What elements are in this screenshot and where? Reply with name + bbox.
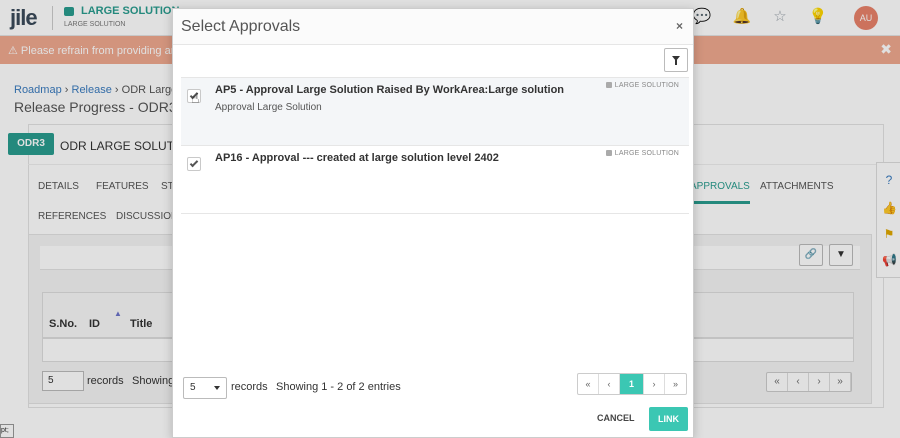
- pager-current-page[interactable]: 1: [620, 374, 644, 394]
- page-size-select[interactable]: 5: [183, 377, 227, 399]
- close-icon[interactable]: ×: [676, 19, 683, 33]
- item-checkbox[interactable]: [187, 157, 201, 171]
- pager-first[interactable]: «: [578, 374, 599, 394]
- cube-icon: [605, 82, 612, 89]
- chevron-down-icon: [214, 386, 220, 390]
- select-approvals-modal: Select Approvals × ☝ AP5 - Approval Larg…: [172, 8, 694, 438]
- records-label: records: [231, 381, 268, 393]
- pagination: « ‹ 1 › »: [577, 373, 687, 395]
- hand-cursor-icon: ☝: [191, 90, 200, 106]
- item-title: AP5 - Approval Large Solution Raised By …: [215, 84, 565, 96]
- modal-header: Select Approvals ×: [173, 9, 693, 45]
- item-title: AP16 - Approval --- created at large sol…: [215, 152, 499, 164]
- filter-icon: [672, 56, 680, 65]
- item-tag: LARGE SOLUTION: [605, 150, 679, 157]
- list-item[interactable]: ☝ AP5 - Approval Large Solution Raised B…: [181, 77, 689, 145]
- cube-icon: [605, 150, 612, 157]
- page-size-value: 5: [190, 382, 196, 393]
- list-divider: [181, 213, 689, 214]
- link-button[interactable]: LINK: [649, 407, 688, 431]
- check-icon: [189, 158, 199, 168]
- pager-next[interactable]: ›: [644, 374, 665, 394]
- pager-prev[interactable]: ‹: [599, 374, 620, 394]
- list-item[interactable]: AP16 - Approval --- created at large sol…: [181, 145, 689, 213]
- item-tag-label: LARGE SOLUTION: [614, 82, 679, 89]
- cancel-button[interactable]: CANCEL: [597, 413, 635, 423]
- filter-button[interactable]: [664, 48, 688, 72]
- entries-info: Showing 1 - 2 of 2 entries: [276, 381, 401, 393]
- item-tag-label: LARGE SOLUTION: [614, 150, 679, 157]
- modal-title: Select Approvals: [181, 18, 301, 35]
- item-tag: LARGE SOLUTION: [605, 82, 679, 89]
- item-subtitle: Approval Large Solution: [215, 102, 322, 113]
- pager-last[interactable]: »: [665, 374, 686, 394]
